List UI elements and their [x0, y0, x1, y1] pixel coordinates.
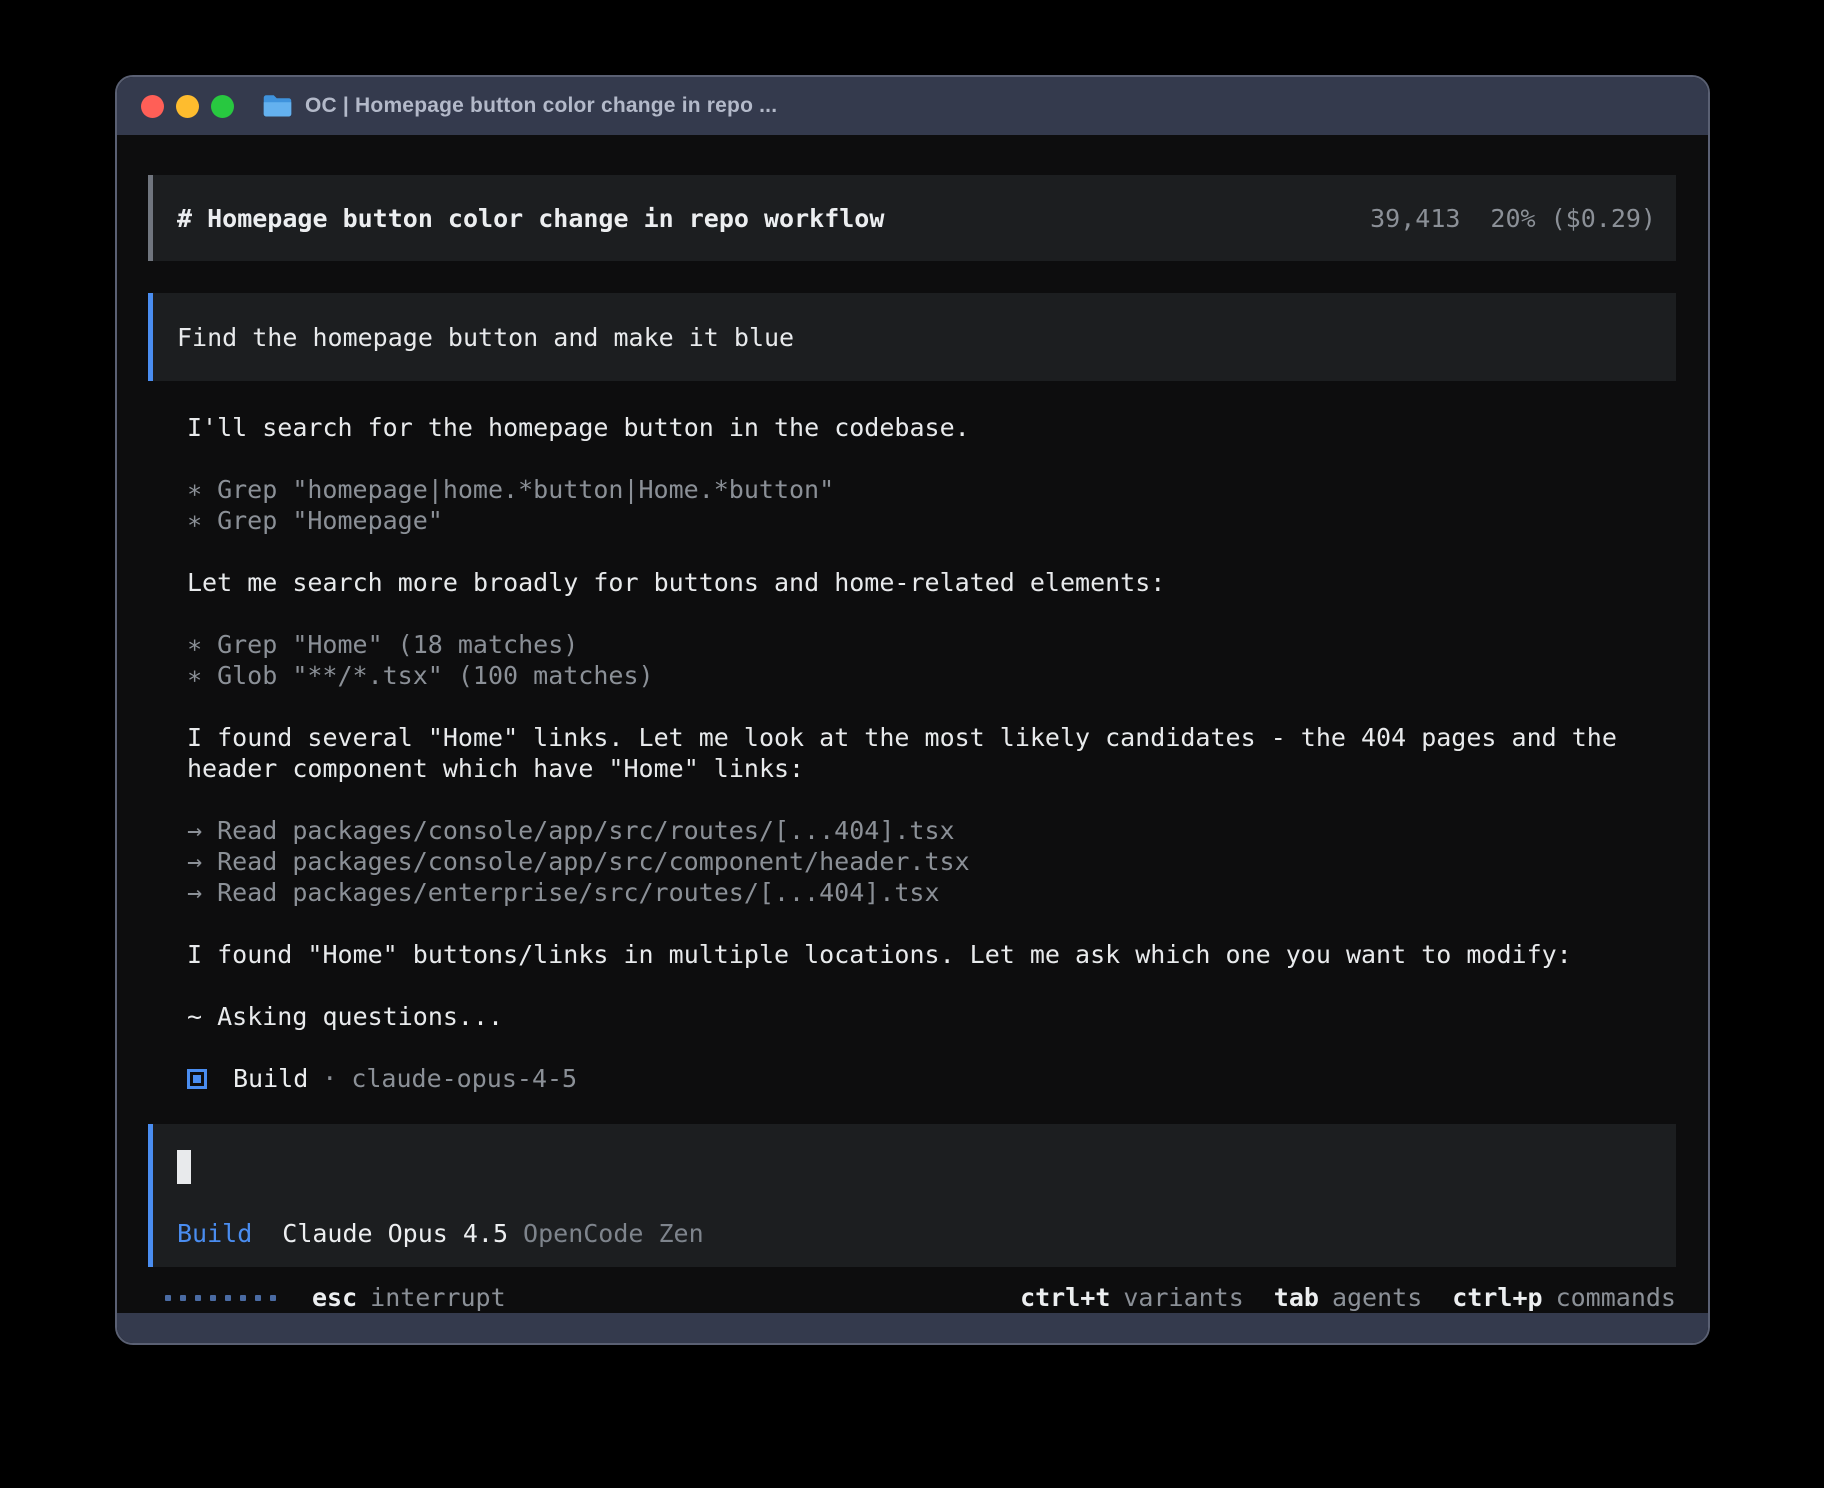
terminal-window: OC | Homepage button color change in rep…: [115, 75, 1710, 1345]
tool-call-line: ∗ Glob "**/*.tsx" (100 matches): [187, 660, 1676, 691]
minimize-button[interactable]: [176, 95, 199, 118]
input-footer: Build Claude Opus 4.5 OpenCode Zen: [177, 1218, 1652, 1249]
tool-call-text: Grep "homepage|home.*button|Home.*button…: [217, 474, 834, 505]
hint-variants: ctrl+t variants: [1020, 1282, 1244, 1313]
bottom-bar: [117, 1313, 1708, 1343]
context-usage: 20% ($0.29): [1490, 203, 1656, 234]
tool-bullet-icon: ∗: [187, 660, 202, 691]
window-title: OC | Homepage button color change in rep…: [305, 94, 777, 118]
shortcut-label: commands: [1556, 1282, 1676, 1313]
shortcut-label: agents: [1332, 1282, 1422, 1313]
asking-questions-status: ~ Asking questions...: [187, 1001, 1676, 1032]
tool-bullet-icon: ∗: [187, 629, 202, 660]
close-button[interactable]: [141, 95, 164, 118]
token-count: 39,413: [1370, 203, 1460, 234]
tool-bullet-icon: ∗: [187, 474, 202, 505]
dot-separator: ·: [322, 1063, 337, 1094]
read-call-text: Read packages/console/app/src/component/…: [217, 846, 970, 877]
user-message-text: Find the homepage button and make it blu…: [177, 322, 794, 353]
agent-model: claude-opus-4-5: [351, 1063, 577, 1094]
assistant-text: Let me search more broadly for buttons a…: [187, 567, 1676, 598]
agent-checkbox-icon: [187, 1069, 207, 1089]
shortcut-label: interrupt: [370, 1282, 505, 1313]
assistant-text: I found several "Home" links. Let me loo…: [187, 722, 1676, 784]
tool-call-line: ∗ Grep "Home" (18 matches): [187, 629, 1676, 660]
arrow-icon: →: [187, 815, 202, 846]
hint-commands: ctrl+p commands: [1452, 1282, 1676, 1313]
tool-call-text: Grep "Homepage": [217, 505, 443, 536]
terminal-content: # Homepage button color change in repo w…: [117, 135, 1708, 1313]
tool-call-text: Glob "**/*.tsx" (100 matches): [217, 660, 654, 691]
session-title: # Homepage button color change in repo w…: [177, 203, 884, 234]
assistant-text: I found "Home" buttons/links in multiple…: [187, 939, 1676, 970]
traffic-lights: [141, 95, 234, 118]
spinner-dots: [165, 1295, 276, 1301]
zoom-button[interactable]: [211, 95, 234, 118]
arrow-icon: →: [187, 877, 202, 908]
hint-interrupt: esc interrupt: [312, 1282, 506, 1313]
assistant-text: I'll search for the homepage button in t…: [187, 412, 1676, 443]
shortcut-key: tab: [1274, 1282, 1319, 1313]
agent-name: Build: [233, 1063, 308, 1094]
session-stats: 39,413 20% ($0.29): [1370, 203, 1656, 234]
read-call-group: → Read packages/console/app/src/routes/[…: [187, 815, 1676, 908]
tool-call-line: ∗ Grep "Homepage": [187, 505, 1676, 536]
input-agent-label[interactable]: Build: [177, 1218, 252, 1249]
session-header: # Homepage button color change in repo w…: [148, 175, 1676, 261]
read-call-line: → Read packages/enterprise/src/routes/[.…: [187, 877, 1676, 908]
tool-call-group: ∗ Grep "Home" (18 matches) ∗ Glob "**/*.…: [187, 629, 1676, 691]
shortcut-key: esc: [312, 1282, 357, 1313]
read-call-line: → Read packages/console/app/src/routes/[…: [187, 815, 1676, 846]
shortcut-key: ctrl+p: [1452, 1282, 1542, 1313]
user-message: Find the homepage button and make it blu…: [148, 293, 1676, 381]
read-call-text: Read packages/console/app/src/routes/[..…: [217, 815, 955, 846]
prompt-input[interactable]: Build Claude Opus 4.5 OpenCode Zen: [148, 1124, 1676, 1267]
shortcut-label: variants: [1123, 1282, 1243, 1313]
hint-agents: tab agents: [1274, 1282, 1422, 1313]
window-titlebar[interactable]: OC | Homepage button color change in rep…: [117, 77, 1708, 135]
agent-status-line: Build · claude-opus-4-5: [187, 1063, 1676, 1094]
read-call-text: Read packages/enterprise/src/routes/[...…: [217, 877, 939, 908]
tool-bullet-icon: ∗: [187, 505, 202, 536]
input-provider-label: OpenCode Zen: [523, 1218, 704, 1249]
arrow-icon: →: [187, 846, 202, 877]
shortcut-key: ctrl+t: [1020, 1282, 1110, 1313]
tool-call-text: Grep "Home" (18 matches): [217, 629, 578, 660]
text-cursor: [177, 1150, 191, 1184]
tool-call-line: ∗ Grep "homepage|home.*button|Home.*butt…: [187, 474, 1676, 505]
input-model-label[interactable]: Claude Opus 4.5: [282, 1218, 508, 1249]
status-bar: esc interrupt ctrl+t variants tab agents…: [148, 1282, 1676, 1313]
tool-call-group: ∗ Grep "homepage|home.*button|Home.*butt…: [187, 474, 1676, 536]
read-call-line: → Read packages/console/app/src/componen…: [187, 846, 1676, 877]
folder-icon: [262, 94, 293, 119]
